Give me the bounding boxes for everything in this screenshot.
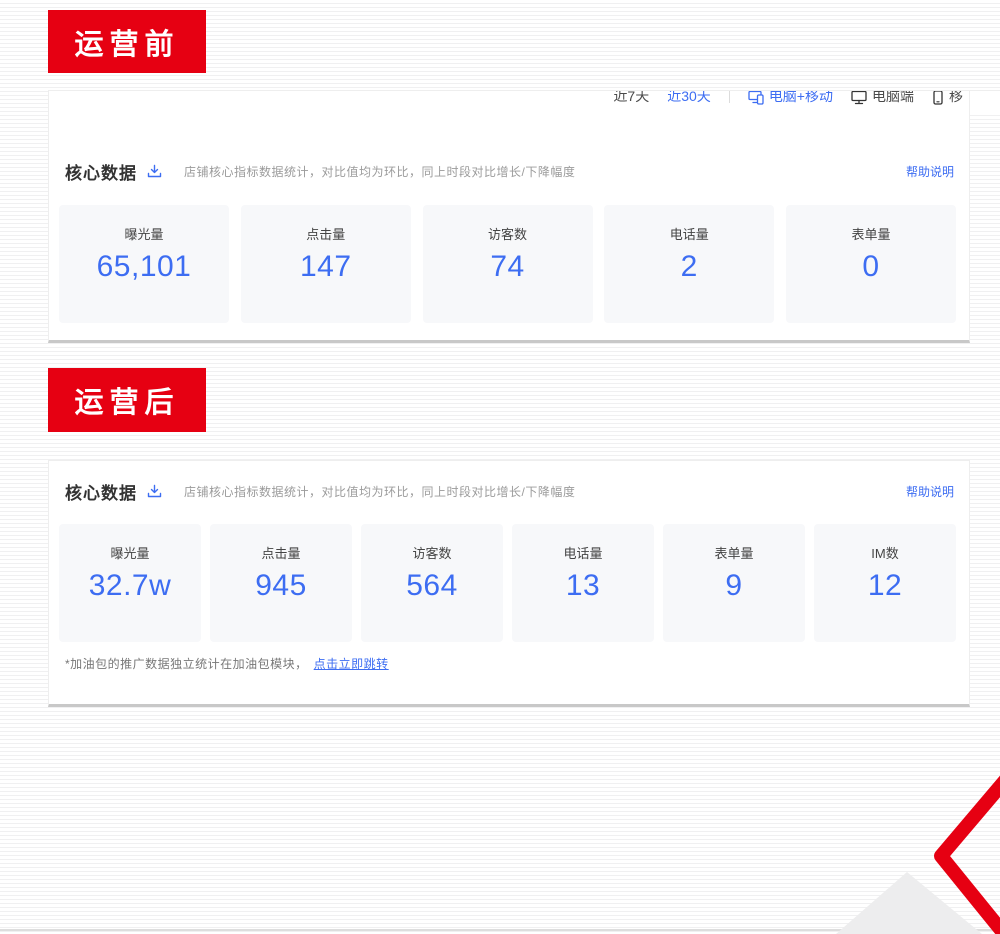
bottom-decoration — [0, 734, 1000, 934]
metric-value: 564 — [406, 569, 458, 603]
metric-value: 147 — [300, 250, 352, 284]
metric-tiles: 曝光量 65,101 点击量 147 访客数 74 电话量 2 表单量 0 — [59, 205, 956, 323]
core-data-card-after: 核心数据 店铺核心指标数据统计，对比值均为环比，同上时段对比增长/下降幅度 帮助… — [48, 460, 970, 707]
mobile-icon — [932, 91, 944, 105]
filter-device-pc-mobile[interactable]: 电脑+移动 — [748, 91, 833, 106]
footnote-text: *加油包的推广数据独立统计在加油包模块， — [65, 657, 308, 671]
metric-value: 2 — [681, 250, 698, 284]
card-header: 核心数据 店铺核心指标数据统计，对比值均为环比，同上时段对比增长/下降幅度 帮助… — [65, 479, 954, 504]
pc-mobile-icon — [748, 91, 764, 105]
card-title: 核心数据 — [65, 479, 137, 504]
metric-value: 0 — [862, 250, 879, 284]
before-operation-badge: 运营前 — [48, 10, 206, 73]
filter-device-pc-label: 电脑端 — [872, 91, 914, 106]
metric-label: 电话量 — [670, 224, 709, 243]
metric-label: 电话量 — [563, 543, 602, 562]
metric-tile-visitors: 访客数 74 — [423, 205, 593, 323]
metric-label: 点击量 — [261, 543, 300, 562]
metric-tile-clicks: 点击量 147 — [241, 205, 411, 323]
metric-value: 12 — [868, 569, 902, 603]
metric-tile-im: IM数 12 — [814, 524, 956, 642]
metric-tile-clicks: 点击量 945 — [210, 524, 352, 642]
filter-last-30-days[interactable]: 近30天 — [667, 91, 711, 106]
metric-label: 表单量 — [851, 224, 890, 243]
metric-value: 32.7w — [89, 569, 172, 603]
metric-tile-forms: 表单量 9 — [663, 524, 805, 642]
metric-tile-visitors: 访客数 564 — [361, 524, 503, 642]
metric-tile-exposure: 曝光量 32.7w — [59, 524, 201, 642]
metric-label: 表单量 — [714, 543, 753, 562]
metric-label: 曝光量 — [124, 224, 163, 243]
metric-tile-forms: 表单量 0 — [786, 205, 956, 323]
pc-icon — [851, 91, 867, 105]
red-chevron-shape — [941, 770, 1000, 934]
filter-bar: 近7天 近30天 电脑+移动 电脑端 — [613, 91, 963, 113]
download-icon[interactable] — [147, 484, 162, 499]
metric-tile-exposure: 曝光量 65,101 — [59, 205, 229, 323]
filter-device-mobile-label: 移 — [949, 91, 963, 106]
metric-value: 945 — [255, 569, 307, 603]
metric-label: IM数 — [871, 543, 898, 562]
filter-device-pc[interactable]: 电脑端 — [851, 91, 914, 106]
metric-value: 74 — [490, 250, 524, 284]
card-header: 核心数据 店铺核心指标数据统计，对比值均为环比，同上时段对比增长/下降幅度 帮助… — [65, 159, 954, 184]
metric-tile-calls: 电话量 2 — [604, 205, 774, 323]
metric-value: 65,101 — [97, 250, 192, 284]
metric-label: 点击量 — [306, 224, 345, 243]
download-icon[interactable] — [147, 164, 162, 179]
metric-label: 访客数 — [488, 224, 527, 243]
metric-value: 13 — [566, 569, 600, 603]
help-link[interactable]: 帮助说明 — [906, 163, 954, 180]
gray-triangle-shape — [836, 872, 982, 934]
after-operation-badge: 运营后 — [48, 368, 206, 432]
filter-divider — [729, 91, 730, 103]
card-description: 店铺核心指标数据统计，对比值均为环比，同上时段对比增长/下降幅度 — [184, 483, 575, 500]
filter-device-pc-mobile-label: 电脑+移动 — [769, 91, 833, 106]
help-link[interactable]: 帮助说明 — [906, 483, 954, 500]
metric-value: 9 — [725, 569, 742, 603]
core-data-card-before: 近7天 近30天 电脑+移动 电脑端 — [48, 90, 970, 343]
metric-label: 曝光量 — [110, 543, 149, 562]
jump-now-link[interactable]: 点击立即跳转 — [314, 657, 389, 671]
card-description: 店铺核心指标数据统计，对比值均为环比，同上时段对比增长/下降幅度 — [184, 163, 575, 180]
metric-tiles: 曝光量 32.7w 点击量 945 访客数 564 电话量 13 表单量 9 I… — [59, 524, 956, 642]
filter-last-7-days[interactable]: 近7天 — [613, 91, 649, 106]
bottom-divider-line — [0, 929, 1000, 931]
metric-label: 访客数 — [412, 543, 451, 562]
filter-device-mobile[interactable]: 移 — [932, 91, 963, 106]
filter-bar-strip — [969, 90, 1000, 114]
metric-tile-calls: 电话量 13 — [512, 524, 654, 642]
card-title: 核心数据 — [65, 159, 137, 184]
booster-pack-footnote: *加油包的推广数据独立统计在加油包模块， 点击立即跳转 — [65, 655, 389, 672]
